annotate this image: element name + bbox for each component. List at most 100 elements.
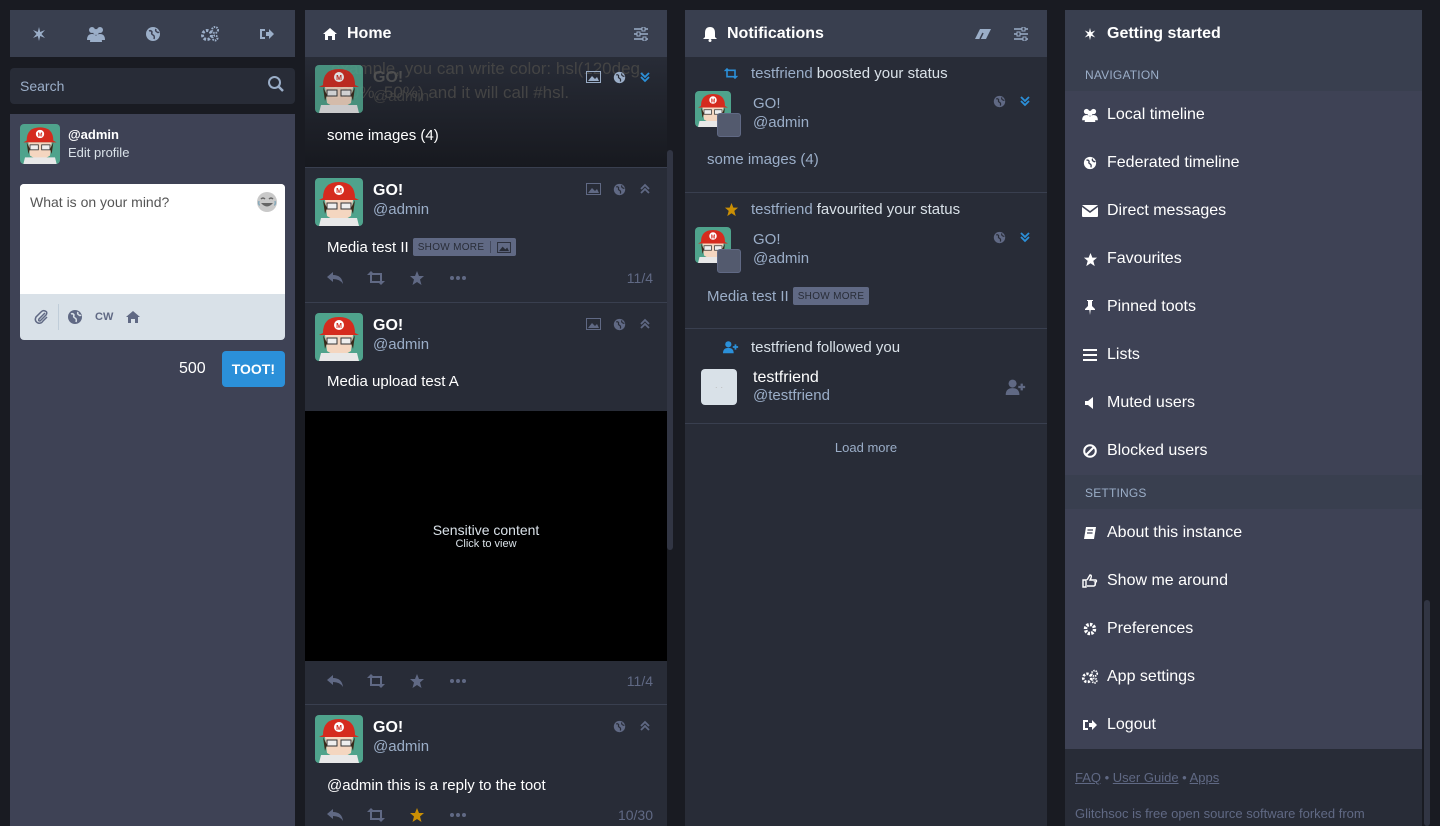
expand-icon[interactable] [637,69,653,85]
reply-icon[interactable] [325,268,345,288]
compose-textarea[interactable] [20,184,285,294]
status-timestamp[interactable]: 11/4 [627,671,653,691]
status-username[interactable]: @admin [373,87,429,106]
more-icon[interactable] [448,268,468,288]
status-timestamp[interactable]: 11/4 [627,268,653,288]
nav-favourites[interactable]: Favourites [1065,235,1422,283]
load-more-button[interactable]: Load more [685,424,1047,471]
notification-status[interactable]: GO! @admin Media test II SHOW MORE [685,223,1047,315]
account-navbar: @admin Edit profile [10,114,295,174]
status-username[interactable]: @admin [753,249,809,268]
preferences-icon[interactable] [200,24,220,44]
favourite-icon[interactable] [407,268,427,288]
status-display-name[interactable]: GO! [753,94,809,113]
notification-item[interactable]: testfriend favourited your status GO! @ad… [685,193,1047,329]
local-only-icon[interactable] [125,305,141,329]
avatar[interactable] [20,124,60,164]
follow-account-row[interactable]: · · testfriend @testfriend [685,361,1047,413]
reply-icon[interactable] [325,805,345,825]
faq-link[interactable]: FAQ [1075,770,1101,785]
status-display-name[interactable]: GO! [753,230,809,249]
avatar[interactable] [315,715,363,763]
status-username[interactable]: @admin [753,113,809,132]
avatar[interactable] [315,65,363,113]
account-handle[interactable]: @admin [68,126,129,144]
nav-federated-timeline[interactable]: Federated timeline [1065,139,1422,187]
nav-preferences[interactable]: Preferences [1065,605,1422,653]
nav-local-timeline[interactable]: Local timeline [1065,91,1422,139]
nav-show-me-around[interactable]: Show me around [1065,557,1422,605]
status-display-name[interactable]: GO! [373,181,429,200]
more-icon[interactable] [448,805,468,825]
search-icon[interactable] [267,75,285,98]
nav-app-settings[interactable]: App settings [1065,653,1422,701]
status-display-name[interactable]: GO! [373,316,429,335]
avatar[interactable] [315,313,363,361]
clear-notifications-icon[interactable] [973,24,993,44]
nav-lists[interactable]: Lists [1065,331,1422,379]
status-username[interactable]: @admin [373,200,429,219]
logout-icon[interactable] [257,24,277,44]
getting-started-header[interactable]: Getting started [1065,10,1422,57]
nav-muted-users[interactable]: Muted users [1065,379,1422,427]
show-more-button[interactable]: SHOW MORE [792,287,870,305]
notification-status[interactable]: GO! @admin some images (4) [685,87,1047,178]
boost-icon[interactable] [366,268,386,288]
notifications-header[interactable]: Notifications [685,10,1047,57]
nav-pinned-toots[interactable]: Pinned toots [1065,283,1422,331]
account-display-name[interactable]: testfriend [753,369,830,387]
nav-direct-messages[interactable]: Direct messages [1065,187,1422,235]
more-icon[interactable] [448,671,468,691]
column-settings-icon[interactable] [1011,24,1031,44]
toot-button[interactable]: TOOT! [221,351,285,387]
status-display-name[interactable]: GO! [373,718,429,737]
federated-timeline-icon[interactable] [143,24,163,44]
home-scrollbar[interactable] [667,150,673,550]
show-more-button[interactable]: SHOW MORE [412,238,517,256]
getting-started-icon[interactable] [29,24,49,44]
status-username[interactable]: @admin [373,737,429,756]
privacy-public-icon[interactable] [67,305,83,329]
home-header[interactable]: Home [305,10,667,57]
nav-about-instance[interactable]: About this instance [1065,509,1422,557]
avatar[interactable] [315,178,363,226]
favourite-icon[interactable] [407,671,427,691]
notification-account[interactable]: testfriend [751,65,813,82]
status-username[interactable]: @admin [373,335,429,354]
emoji-picker-icon[interactable] [255,190,279,214]
notification-account[interactable]: testfriend [751,201,813,218]
boost-icon[interactable] [366,671,386,691]
notification-item[interactable]: testfriend boosted your status GO! @admin… [685,57,1047,193]
notification-item[interactable]: testfriend followed you · · testfriend @… [685,329,1047,424]
notification-account[interactable]: testfriend [751,339,813,356]
user-guide-link[interactable]: User Guide [1113,770,1179,785]
edit-profile-link[interactable]: Edit profile [68,144,129,162]
collapse-icon[interactable] [637,181,653,197]
reply-icon[interactable] [325,671,345,691]
expand-icon[interactable] [1017,229,1033,245]
status-item[interactable]: GO! @admin @admin this is a reply to the … [305,705,667,826]
status-display-name[interactable]: GO! [373,68,429,87]
expand-icon[interactable] [1017,93,1033,109]
account-username[interactable]: @testfriend [753,387,830,405]
column-settings-icon[interactable] [631,24,651,44]
apps-link[interactable]: Apps [1190,770,1220,785]
attachment-icon[interactable] [34,305,50,329]
nav-blocked-users[interactable]: Blocked users [1065,427,1422,475]
local-timeline-icon[interactable] [86,24,106,44]
avatar[interactable]: · · [701,369,737,405]
nav-logout[interactable]: Logout [1065,701,1422,749]
status-timestamp[interactable]: 10/30 [618,805,653,825]
collapse-icon[interactable] [637,718,653,734]
collapse-icon[interactable] [637,316,653,332]
status-item[interactable]: GO! @admin Media upload test A Sensitive … [305,303,667,705]
boost-icon[interactable] [366,805,386,825]
follow-button-icon[interactable] [1005,379,1027,400]
content-warning-toggle[interactable]: CW [95,305,113,329]
favourite-icon[interactable] [407,805,427,825]
status-item[interactable]: GO! @admin Media test II SHOW MORE 11/4 [305,168,667,303]
sensitive-media-overlay[interactable]: Sensitive content Click to view [305,411,667,661]
status-item[interactable]: example, you can write color: hsl(120deg… [305,57,667,168]
getting-started-scrollbar[interactable] [1424,600,1430,826]
search-input[interactable] [20,78,267,94]
